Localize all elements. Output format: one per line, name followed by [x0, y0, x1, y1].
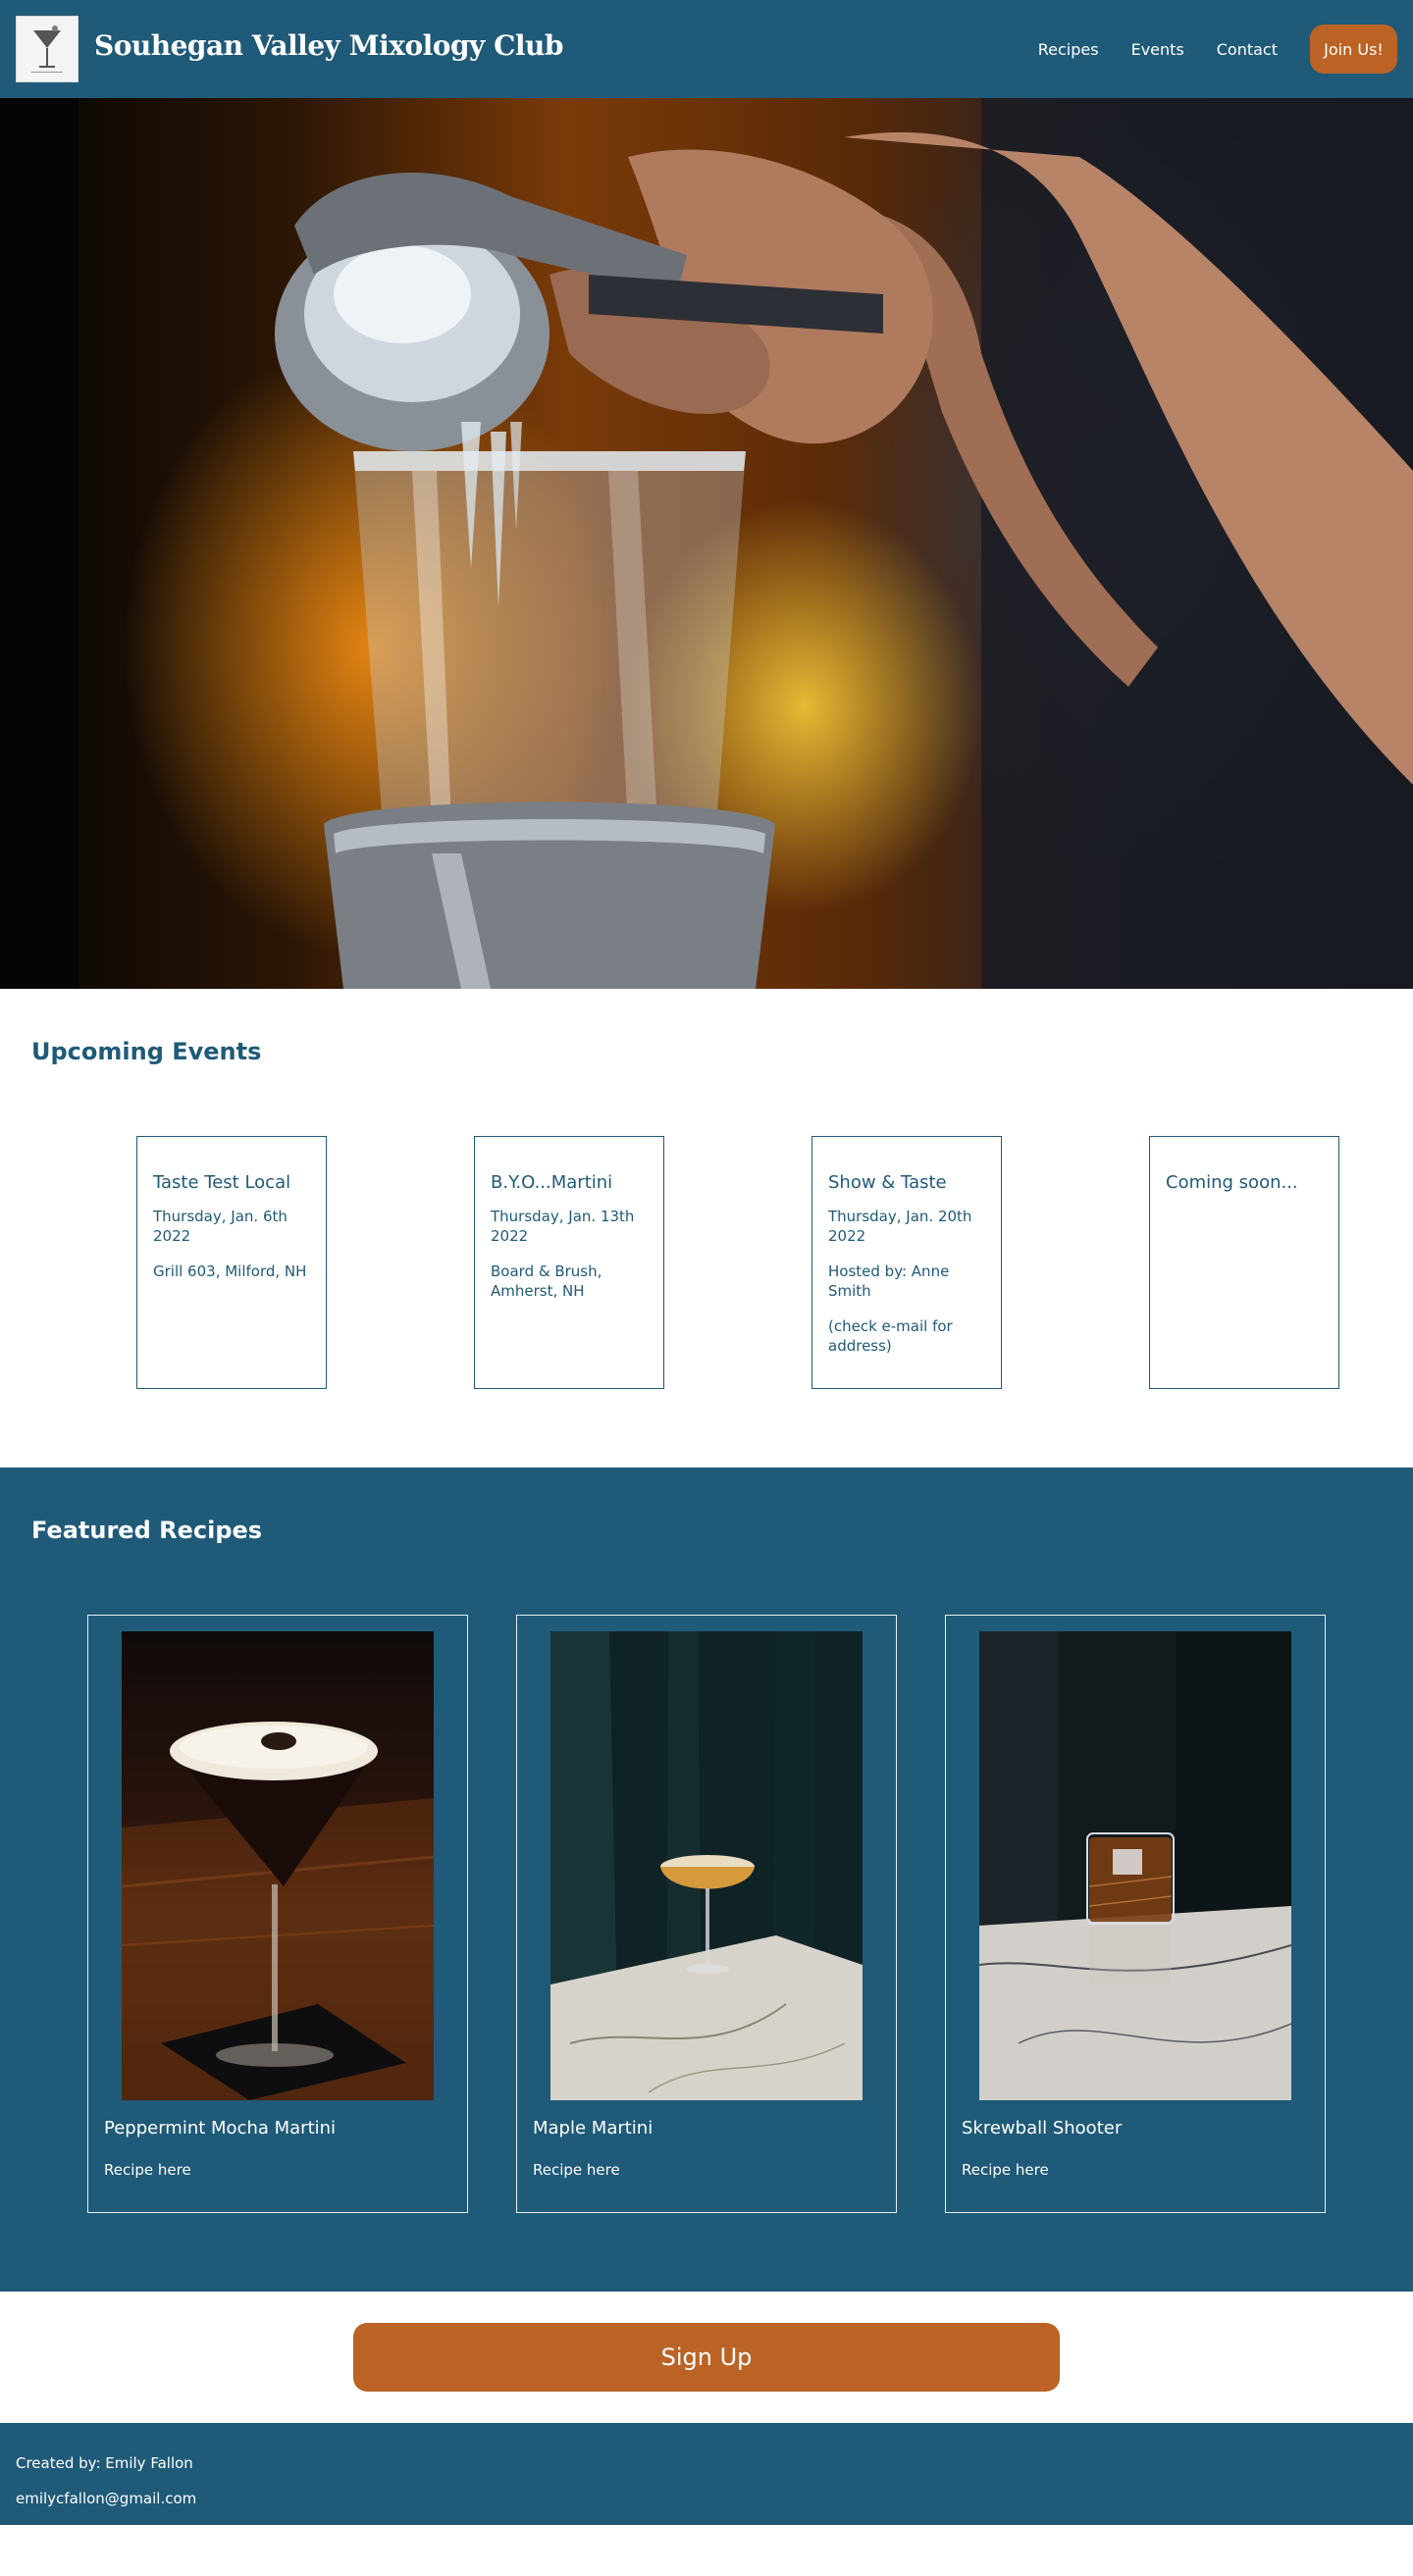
hero-image	[0, 98, 1413, 989]
event-card[interactable]: Coming soon...	[1149, 1136, 1339, 1389]
event-card[interactable]: Show & Taste Thursday, Jan. 20th 2022 Ho…	[811, 1136, 1002, 1389]
rocks-glass-photo	[979, 1631, 1291, 2100]
join-us-button[interactable]: Join Us!	[1310, 25, 1397, 74]
event-card[interactable]: Taste Test Local Thursday, Jan. 6th 2022…	[136, 1136, 327, 1389]
sign-up-button[interactable]: Sign Up	[353, 2323, 1060, 2392]
logo[interactable]	[16, 16, 78, 82]
event-location: Grill 603, Milford, NH	[153, 1262, 307, 1280]
footer-email[interactable]: emilycfallon@gmail.com	[16, 2490, 196, 2507]
recipe-image	[122, 1631, 434, 2100]
recipe-image	[979, 1631, 1291, 2100]
espresso-martini-photo	[122, 1631, 434, 2100]
event-title: Taste Test Local	[153, 1172, 291, 1193]
recipe-link[interactable]: Recipe here	[533, 2161, 620, 2179]
recipe-link[interactable]: Recipe here	[962, 2161, 1049, 2179]
coupe-cocktail-photo	[550, 1631, 863, 2100]
event-title: Show & Taste	[828, 1172, 947, 1193]
recipe-title: Peppermint Mocha Martini	[104, 2118, 337, 2138]
event-title: B.Y.O...Martini	[491, 1172, 613, 1193]
event-note: (check e-mail for address)	[828, 1317, 953, 1355]
recipe-title: Skrewball Shooter	[962, 2118, 1123, 2138]
event-date: Thursday, Jan. 13th 2022	[491, 1208, 635, 1245]
featured-recipes-section: Featured Recipes Peppermint Mocha Martin…	[0, 1468, 1413, 2292]
upcoming-events-heading: Upcoming Events	[31, 1038, 262, 1065]
recipe-card[interactable]: Maple Martini Recipe here	[516, 1615, 897, 2213]
recipe-link[interactable]: Recipe here	[104, 2161, 191, 2179]
featured-recipes-heading: Featured Recipes	[31, 1517, 263, 1544]
event-location: Hosted by: Anne Smith	[828, 1262, 950, 1300]
recipe-card[interactable]: Peppermint Mocha Martini Recipe here	[87, 1615, 468, 2213]
recipe-image	[550, 1631, 863, 2100]
main-nav: Recipes Events Contact Join Us!	[1038, 25, 1397, 74]
nav-link-contact[interactable]: Contact	[1217, 40, 1278, 59]
hero-illustration	[0, 98, 1413, 989]
event-date: Thursday, Jan. 6th 2022	[153, 1208, 288, 1245]
event-date: Thursday, Jan. 20th 2022	[828, 1208, 972, 1245]
event-location: Board & Brush, Amherst, NH	[491, 1262, 602, 1300]
event-title: Coming soon...	[1166, 1172, 1298, 1193]
recipe-card[interactable]: Skrewball Shooter Recipe here	[945, 1615, 1326, 2213]
site-title: Souhegan Valley Mixology Club	[94, 29, 563, 62]
recipe-title: Maple Martini	[533, 2118, 654, 2138]
nav-link-recipes[interactable]: Recipes	[1038, 40, 1099, 59]
event-card[interactable]: B.Y.O...Martini Thursday, Jan. 13th 2022…	[474, 1136, 664, 1389]
nav-link-events[interactable]: Events	[1131, 40, 1184, 59]
footer-credit: Created by: Emily Fallon	[16, 2454, 193, 2472]
site-footer: Created by: Emily Fallon emilycfallon@gm…	[0, 2423, 1413, 2525]
site-header: Souhegan Valley Mixology Club Recipes Ev…	[0, 0, 1413, 98]
martini-glass-icon	[31, 26, 63, 73]
